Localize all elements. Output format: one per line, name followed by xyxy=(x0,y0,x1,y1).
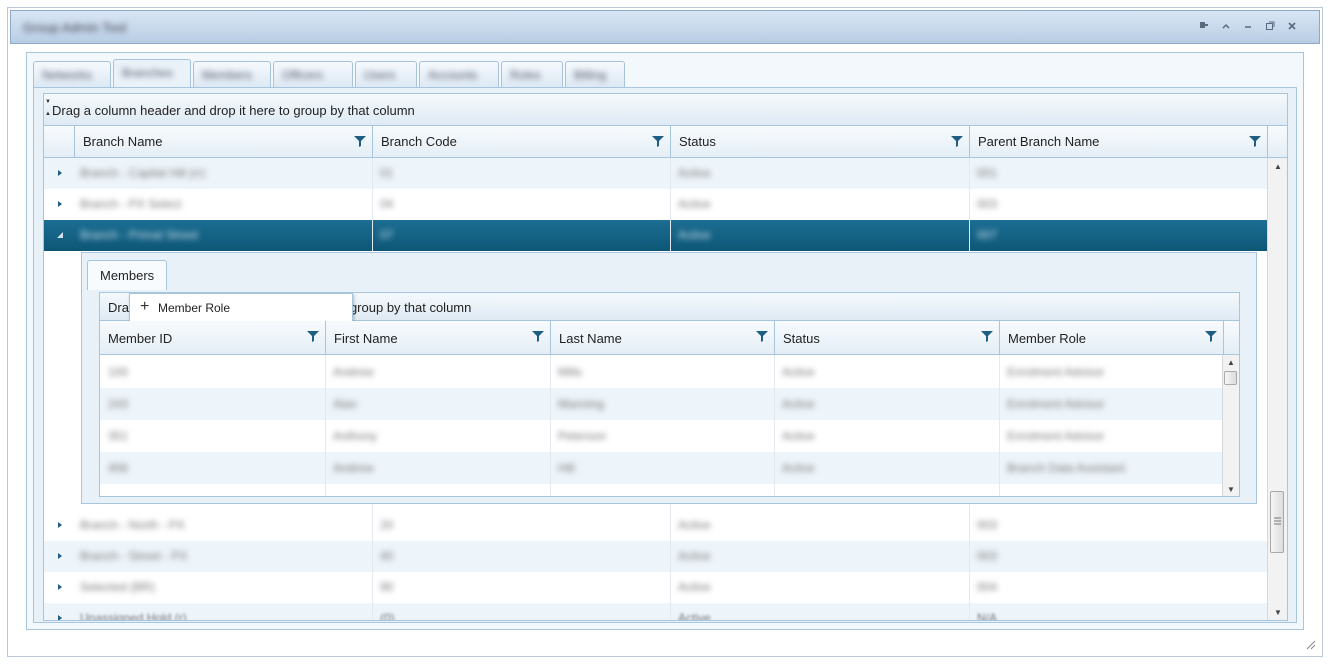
members-vertical-scrollbar[interactable]: ▲ ▼ xyxy=(1222,355,1239,496)
scroll-down-icon[interactable]: ▼ xyxy=(1273,608,1283,618)
members-group-panel[interactable]: Dra group by that column + Member Role xyxy=(100,293,1239,323)
filter-icon[interactable] xyxy=(756,330,768,342)
tab-branches[interactable]: Branches xyxy=(113,59,191,89)
filter-icon[interactable] xyxy=(354,135,366,147)
row-details: Members Dra group by that column + Member… xyxy=(81,252,1257,504)
column-separator xyxy=(670,158,671,252)
header-scroll-spacer xyxy=(1267,126,1287,157)
table-row[interactable]: Selected (BR) 90 Active 004 xyxy=(44,572,1267,603)
column-separator xyxy=(550,355,551,496)
expand-arrow-icon[interactable] xyxy=(55,520,65,530)
column-header-branch-code[interactable]: Branch Code xyxy=(372,126,670,157)
scrollbar-thumb[interactable] xyxy=(1224,371,1237,385)
column-separator xyxy=(774,355,775,496)
expand-arrow-icon[interactable] xyxy=(55,582,65,592)
column-separator xyxy=(969,158,970,252)
expand-arrow-icon[interactable] xyxy=(55,199,65,209)
column-separator xyxy=(670,504,671,620)
maximize-icon[interactable] xyxy=(1262,19,1278,35)
tab-accounts[interactable]: Accounts xyxy=(419,61,499,87)
filter-icon[interactable] xyxy=(981,330,993,342)
column-header-status[interactable]: Status xyxy=(774,321,999,354)
tab-officers[interactable]: Officers xyxy=(273,61,353,87)
members-grid: Dra group by that column + Member Role Me… xyxy=(99,292,1240,497)
table-row[interactable]: Branch - Capital Hill (rr) 01 Active 001 xyxy=(44,158,1267,189)
column-header-member-role[interactable]: Member Role xyxy=(999,321,1223,354)
resize-grip-icon[interactable] xyxy=(1304,638,1316,650)
column-header-member-id[interactable]: Member ID xyxy=(100,321,325,354)
table-row[interactable]: Branch - North - PX 20 Active 003 xyxy=(44,510,1267,541)
column-separator xyxy=(999,355,1000,496)
filter-icon[interactable] xyxy=(652,135,664,147)
tab-roles[interactable]: Roles xyxy=(501,61,563,87)
group-panel[interactable]: ▼ ▲ Drag a column header and drop it here… xyxy=(44,94,1287,126)
expand-arrow-icon[interactable] xyxy=(55,613,65,621)
filter-icon[interactable] xyxy=(532,330,544,342)
column-separator xyxy=(325,355,326,496)
scroll-up-icon[interactable]: ▲ xyxy=(1226,358,1236,368)
table-row[interactable]: 351 Anthony Peterson Active Enrolment Ad… xyxy=(100,420,1223,452)
column-header-branch-name[interactable]: Branch Name xyxy=(74,126,372,157)
expand-arrow-icon[interactable] xyxy=(55,168,65,178)
app-window: Group Admin Tool Networks Branches Membe… xyxy=(7,7,1323,657)
tab-billing[interactable]: Billing xyxy=(565,61,625,87)
pin-icon[interactable] xyxy=(1196,19,1212,35)
group-panel-text: Drag a column header and drop it here to… xyxy=(52,103,415,118)
grip-icon xyxy=(1274,517,1281,525)
main-tab-control: Networks Branches Members Officers Users… xyxy=(26,52,1304,630)
title-bar[interactable]: Group Admin Tool xyxy=(10,10,1320,44)
table-row[interactable]: Unassigned Hold (r) (0) Active N/A xyxy=(44,603,1267,621)
filter-icon[interactable] xyxy=(307,330,319,342)
scroll-up-icon[interactable]: ▲ xyxy=(1273,162,1283,172)
filter-icon[interactable] xyxy=(1205,330,1217,342)
column-header-status[interactable]: Status xyxy=(670,126,969,157)
close-icon[interactable] xyxy=(1284,19,1300,35)
tab-users[interactable]: Users xyxy=(355,61,417,87)
column-header-first-name[interactable]: First Name xyxy=(325,321,550,354)
group-panel-toggle-icon[interactable]: ▼ ▲ xyxy=(45,96,51,120)
table-row[interactable]: 456 Andrew Hill Active Branch Data Assis… xyxy=(100,452,1223,484)
expand-arrow-icon[interactable] xyxy=(55,551,65,561)
column-header-last-name[interactable]: Last Name xyxy=(550,321,774,354)
scrollbar-thumb[interactable] xyxy=(1270,491,1284,553)
drag-column-popup[interactable]: + Member Role xyxy=(129,293,353,323)
tab-members-detail[interactable]: Members xyxy=(87,260,167,290)
filter-icon[interactable] xyxy=(1249,135,1261,147)
grid-header: Branch Name Branch Code Status Parent Br… xyxy=(44,126,1287,158)
plus-icon: + xyxy=(140,298,150,315)
column-separator xyxy=(969,504,970,620)
table-row[interactable]: Branch - Street - PX 40 Active 003 xyxy=(44,541,1267,572)
tab-networks[interactable]: Networks xyxy=(33,61,111,87)
header-scroll-spacer xyxy=(1223,321,1239,354)
table-row-selected[interactable]: Branch - Primal Street 07 Active 007 xyxy=(44,220,1267,251)
table-row[interactable]: Branch - PX Select 04 Active 003 xyxy=(44,189,1267,220)
window-title: Group Admin Tool xyxy=(23,20,127,35)
tab-panel-branches: ▼ ▲ Drag a column header and drop it here… xyxy=(33,87,1297,623)
minimize-icon[interactable] xyxy=(1240,19,1256,35)
column-header-parent-branch-name[interactable]: Parent Branch Name xyxy=(969,126,1267,157)
scroll-down-icon[interactable]: ▼ xyxy=(1226,485,1236,495)
table-row[interactable]: 243 Alan Manning Active Enrolment Adviso… xyxy=(100,388,1223,420)
filter-icon[interactable] xyxy=(951,135,963,147)
table-row[interactable]: 100 Andrew Mills Active Enrolment Adviso… xyxy=(100,356,1223,388)
column-separator xyxy=(372,504,373,620)
members-grid-header: Member ID First Name Last Name Status Me… xyxy=(100,321,1239,355)
collapse-icon[interactable] xyxy=(1218,19,1234,35)
branches-grid: ▼ ▲ Drag a column header and drop it here… xyxy=(43,93,1288,621)
collapse-arrow-icon[interactable] xyxy=(55,230,65,240)
column-separator xyxy=(372,158,373,252)
tab-members[interactable]: Members xyxy=(193,61,271,87)
branches-vertical-scrollbar[interactable]: ▲ ▼ xyxy=(1267,158,1287,620)
